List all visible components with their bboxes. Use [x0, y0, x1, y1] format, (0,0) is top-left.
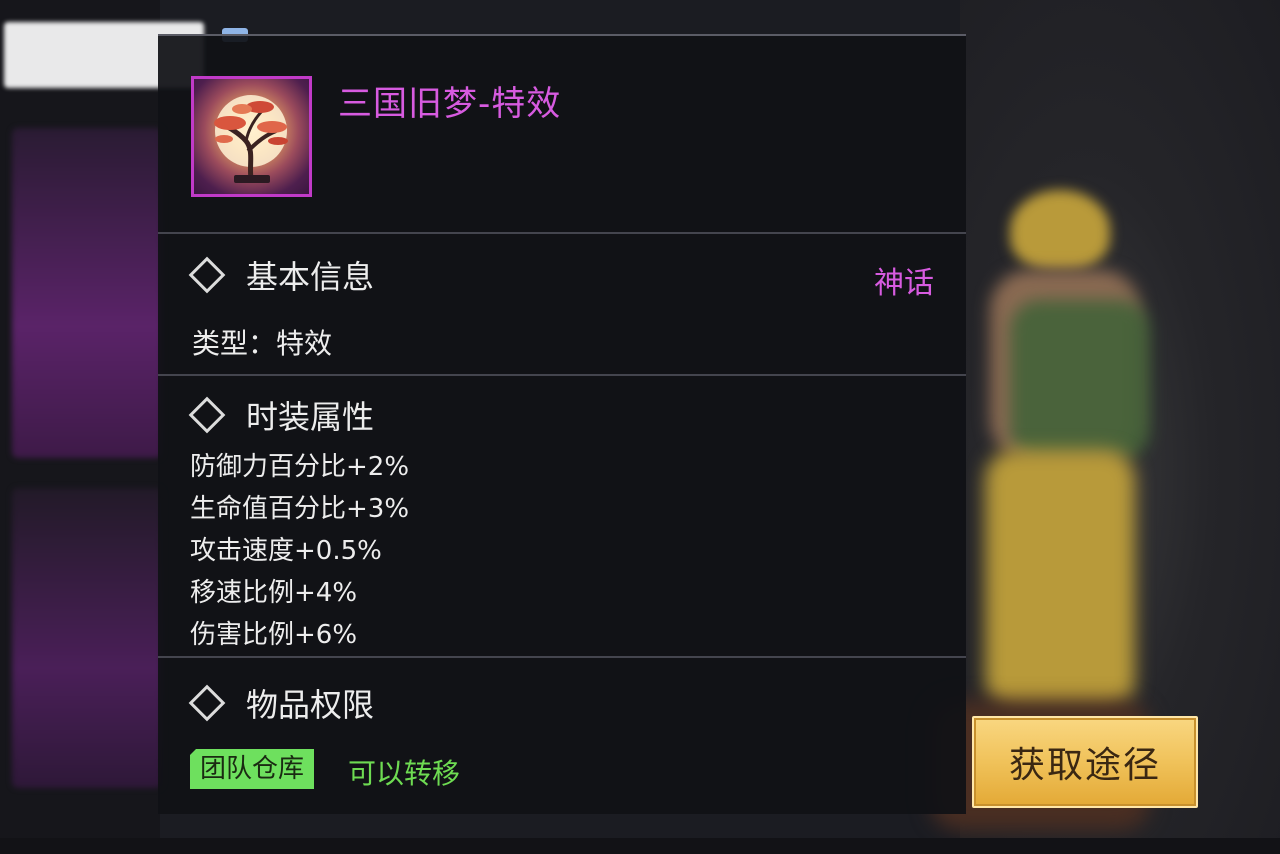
attribute-line: 伤害比例+6% [190, 620, 358, 650]
character-figure [1010, 190, 1110, 270]
rarity-label: 神话 [874, 266, 934, 301]
item-tooltip-panel: 三国旧梦-特效 基本信息 神话 类型：特效 时装属性 防御力百分比+2% 生命值… [158, 34, 966, 814]
attribute-line: 攻击速度+0.5% [190, 536, 382, 566]
transfer-status: 可以转移 [348, 757, 461, 790]
type-label: 类型： [192, 327, 277, 360]
background-card [12, 128, 162, 458]
attribute-line: 移速比例+4% [190, 578, 358, 608]
divider [158, 656, 966, 658]
character-figure [1010, 300, 1150, 460]
acquire-method-button[interactable]: 获取途径 [972, 716, 1198, 808]
team-storage-badge: 团队仓库 [190, 749, 315, 789]
divider [158, 374, 966, 376]
section-fashion-attrs: 时装属性 [188, 392, 375, 438]
section-title: 物品权限 [246, 686, 375, 724]
diamond-icon [188, 684, 226, 722]
background-bottom-bar [0, 838, 1280, 854]
item-name: 三国旧梦-特效 [338, 84, 562, 124]
divider [158, 232, 966, 234]
type-value: 特效 [276, 327, 333, 360]
section-title: 时装属性 [246, 398, 375, 436]
bonsai-moon-icon [191, 76, 312, 197]
section-basic-info: 基本信息 [188, 252, 375, 298]
background-card [12, 488, 162, 788]
character-figure [985, 450, 1135, 710]
section-title: 基本信息 [246, 258, 375, 296]
section-permissions: 物品权限 [188, 680, 375, 726]
diamond-icon [188, 256, 226, 294]
attribute-line: 防御力百分比+2% [190, 452, 410, 482]
diamond-icon [188, 396, 226, 434]
attribute-line: 生命值百分比+3% [190, 494, 410, 524]
type-line: 类型：特效 [192, 322, 332, 362]
